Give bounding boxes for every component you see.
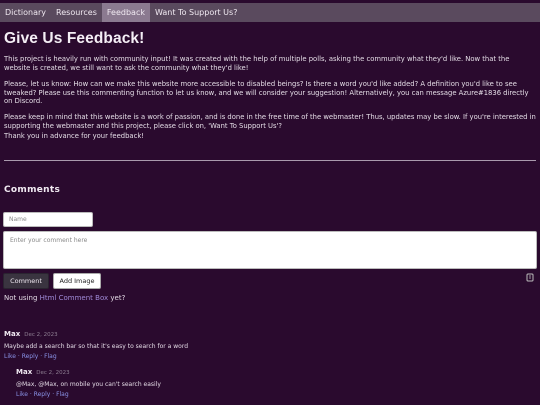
nav-item-feedback[interactable]: Feedback bbox=[101, 3, 150, 22]
like-link[interactable]: Like bbox=[4, 353, 16, 360]
comment-date: Dec 2, 2023 bbox=[36, 370, 70, 376]
not-using-suffix: yet? bbox=[108, 294, 126, 302]
comment-submit-button[interactable]: Comment bbox=[3, 273, 49, 289]
comment-date: Dec 2, 2023 bbox=[24, 332, 58, 338]
nav-item-dictionary[interactable]: Dictionary bbox=[0, 3, 51, 22]
comment-header: Max Dec 2, 2023 bbox=[4, 321, 188, 340]
textarea-resize-icon[interactable] bbox=[524, 272, 536, 284]
comment-text: @Max, @Max, on mobile you can't search e… bbox=[16, 381, 161, 388]
comment-author: Max bbox=[16, 368, 33, 376]
nav-item-support[interactable]: Want To Support Us? bbox=[150, 3, 242, 22]
flag-link[interactable]: Flag bbox=[56, 391, 69, 398]
section-divider bbox=[4, 160, 536, 161]
passion-paragraph: Please keep in mind that this website is… bbox=[4, 113, 536, 130]
name-input[interactable] bbox=[3, 212, 93, 227]
nav-item-label: Resources bbox=[56, 8, 97, 17]
intro-paragraph: This project is heavily run with communi… bbox=[4, 55, 510, 72]
reply-link[interactable]: Reply bbox=[34, 391, 51, 398]
nav-item-resources[interactable]: Resources bbox=[51, 3, 102, 22]
add-image-button[interactable]: Add Image bbox=[53, 273, 101, 289]
nav-item-label: Want To Support Us? bbox=[155, 8, 238, 17]
comment-header: Max Dec 2, 2023 bbox=[16, 359, 161, 378]
like-link[interactable]: Like bbox=[16, 391, 28, 398]
comment-text: Maybe add a search bar so that it's easy… bbox=[4, 343, 189, 350]
not-using-notice: Not using Html Comment Box yet? bbox=[4, 294, 125, 302]
not-using-prefix: Not using bbox=[4, 294, 40, 302]
reply-comment-item: Max Dec 2, 2023 @Max, @Max, on mobile you… bbox=[16, 359, 161, 398]
comments-heading: Comments bbox=[4, 185, 61, 195]
comment-item: Max Dec 2, 2023 Maybe add a search bar so… bbox=[4, 321, 188, 360]
comment-actions: Like · Reply · Flag bbox=[16, 391, 161, 398]
thanks-paragraph: Thank you in advance for your feedback! bbox=[4, 132, 144, 140]
nav-item-label: Feedback bbox=[106, 8, 145, 17]
comment-textarea[interactable] bbox=[3, 231, 537, 269]
html-comment-box-link[interactable]: Html Comment Box bbox=[40, 294, 109, 302]
accessibility-paragraph: Please, let us know: How can we make thi… bbox=[4, 80, 529, 106]
top-navbar: Dictionary Resources Feedback Want To Su… bbox=[0, 3, 540, 22]
nav-item-label: Dictionary bbox=[5, 8, 47, 17]
page-title: Give Us Feedback! bbox=[4, 30, 145, 47]
comment-author: Max bbox=[4, 330, 21, 338]
